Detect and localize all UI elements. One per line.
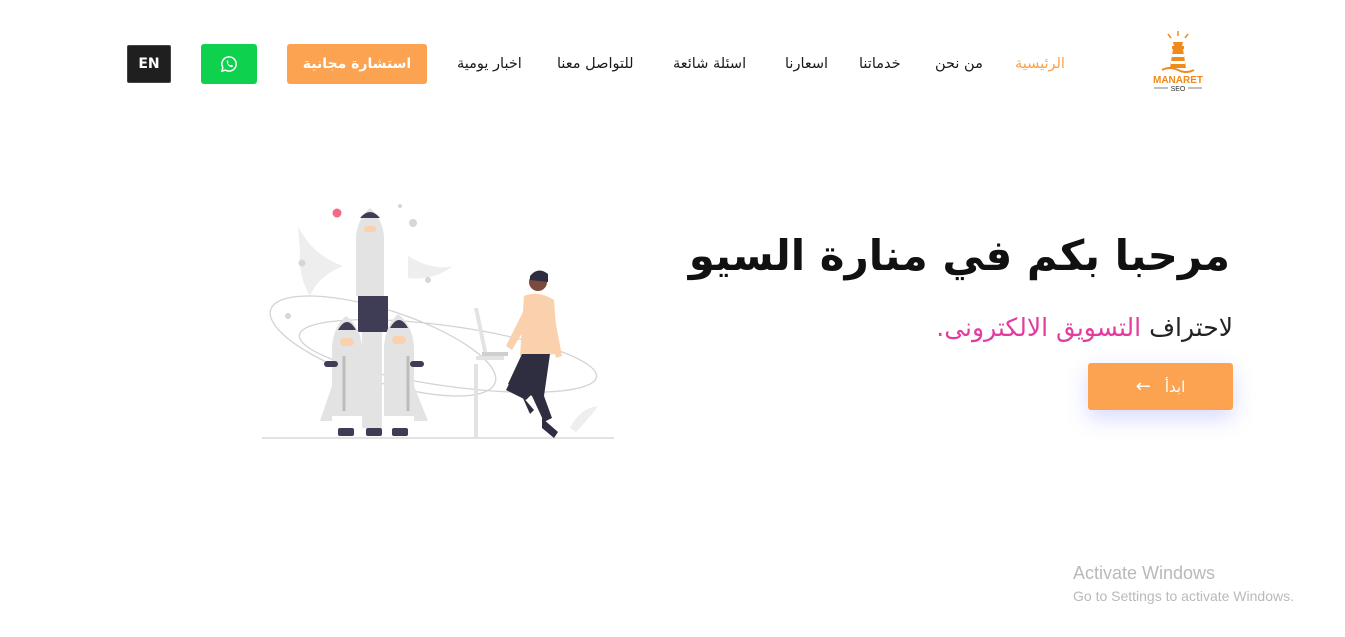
free-consultation-button[interactable]: استشارة مجانية [287, 44, 427, 84]
nav-item-prices[interactable]: اسعارنا [785, 52, 828, 76]
rocket-launch-illustration [262, 204, 614, 439]
nav-item-faq[interactable]: اسئلة شائعة [673, 52, 746, 76]
hero-title: مرحبا بكم في منارة السيو [688, 231, 1230, 280]
logo-text-sub: SEO [1171, 86, 1186, 93]
hero-subtitle: لاحتراف التسويق الالكترونى. [936, 308, 1233, 348]
start-button-label: ابدأ [1164, 377, 1186, 396]
language-toggle-button[interactable]: EN [127, 45, 171, 83]
whatsapp-icon [220, 56, 237, 73]
nav-item-home[interactable]: الرئيسية [1015, 52, 1065, 76]
page: MANARET SEO الرئيسية من نحن خدماتنا اسعا… [0, 0, 1345, 637]
nav-item-news[interactable]: اخبار يومية [457, 52, 522, 76]
hero-subtitle-prefix: لاحتراف [1149, 313, 1233, 342]
hero-illustration [258, 196, 618, 446]
nav-item-contact[interactable]: للتواصل معنا [557, 52, 634, 76]
hero-subtitle-highlight: التسويق الالكترونى. [936, 313, 1142, 342]
nav-item-services[interactable]: خدماتنا [859, 52, 901, 76]
windows-activation-subtitle: Go to Settings to activate Windows. [1073, 588, 1294, 604]
arrow-left-icon: ← [1135, 375, 1151, 397]
nav-item-about[interactable]: من نحن [935, 52, 983, 76]
whatsapp-button[interactable] [201, 44, 257, 84]
start-button[interactable]: ابدأ ← [1088, 363, 1233, 410]
windows-activation-title: Activate Windows [1073, 563, 1216, 583]
logo-text-main: MANARET [1153, 75, 1203, 86]
